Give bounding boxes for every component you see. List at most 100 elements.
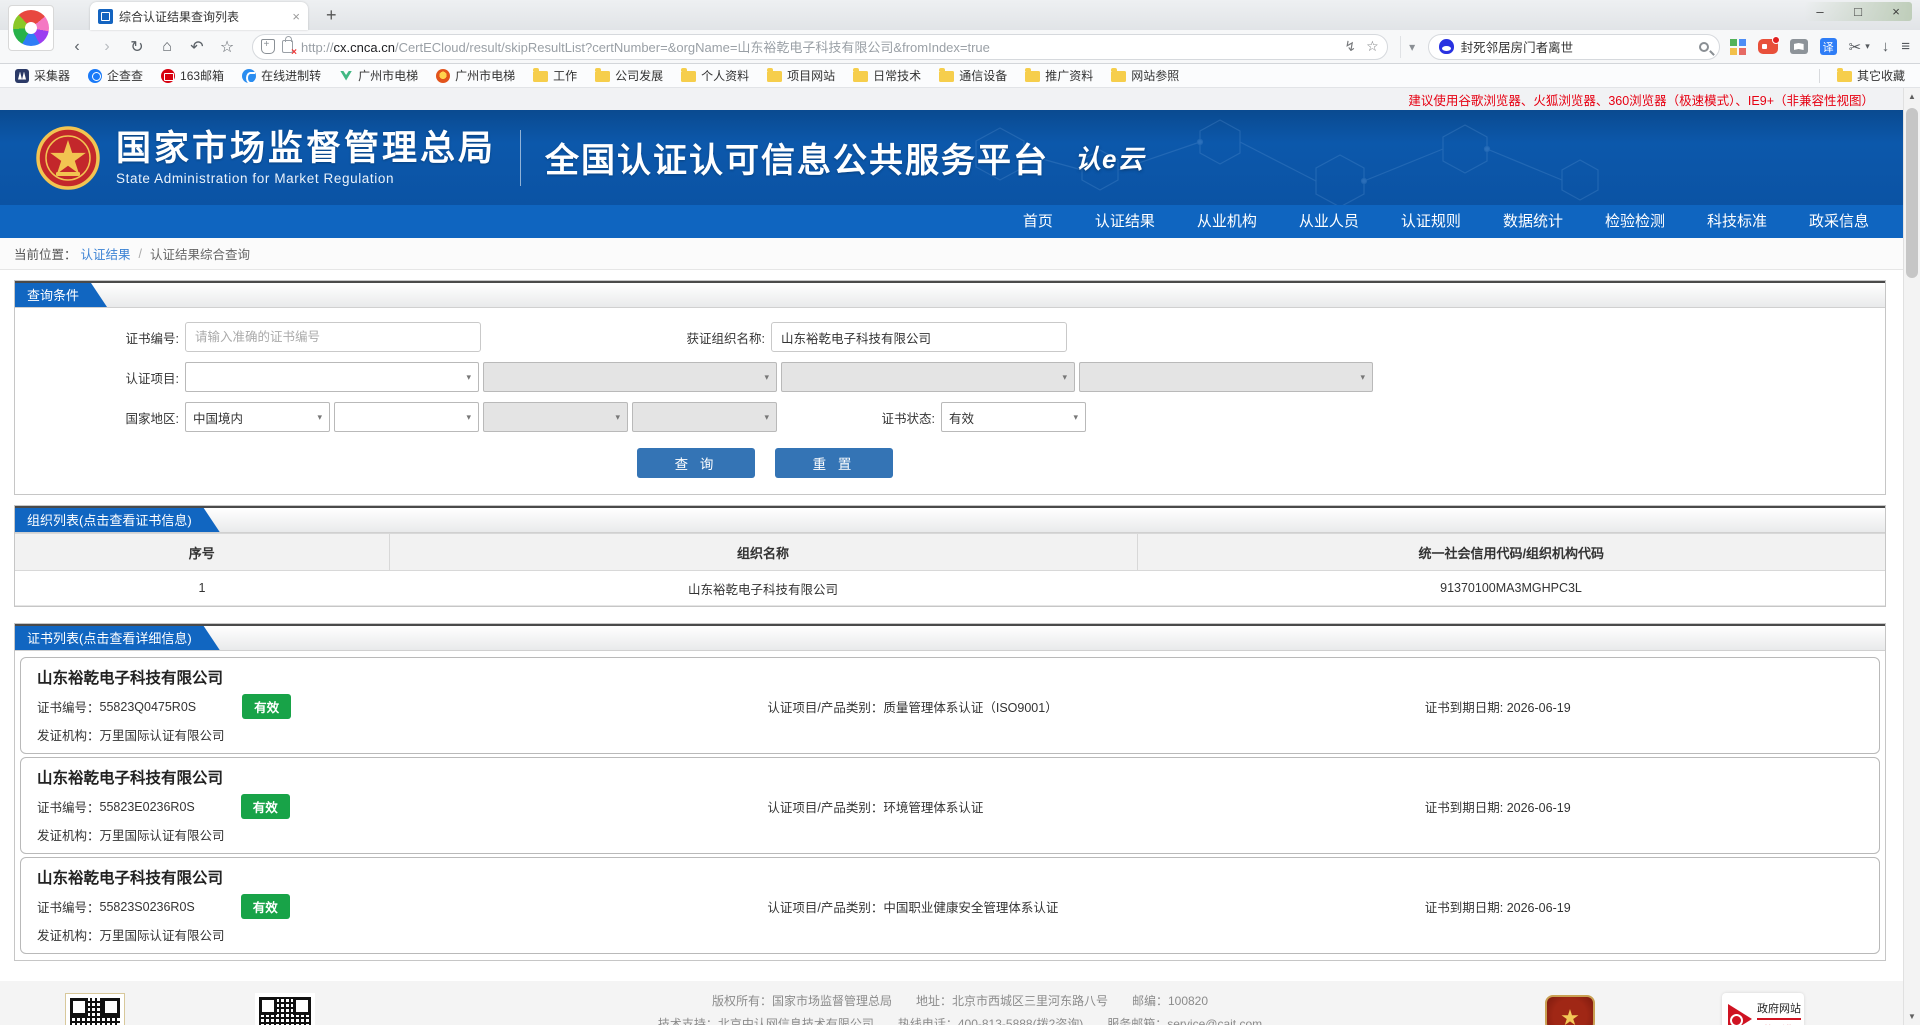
region-select-2[interactable]: ▾ [334, 402, 479, 432]
reader-lightning-icon[interactable]: ↯ [1344, 38, 1356, 55]
apps-grid-icon[interactable] [1730, 39, 1746, 55]
region-select-3[interactable]: ▾ [483, 402, 628, 432]
tab-close-icon[interactable]: × [292, 9, 300, 24]
screenshot-scissors-icon[interactable]: ✂ [1849, 38, 1862, 56]
breadcrumb-current: 认证结果综合查询 [150, 244, 250, 263]
bookmark-folder-promo[interactable]: 推广资料 [1018, 65, 1100, 86]
bookmark-folder-personal[interactable]: 个人资料 [674, 65, 756, 86]
cert-card[interactable]: 山东裕乾电子科技有限公司 证书编号：55823E0236R0S 有效 认证项目/… [20, 757, 1880, 854]
browser-tab[interactable]: 综合认证结果查询列表 × [90, 2, 308, 30]
nav-institutions[interactable]: 从业机构 [1176, 205, 1278, 238]
renyiyun-logo: 认e云 [1075, 139, 1144, 176]
issuer-label: 发证机构： [37, 729, 100, 743]
translate-icon[interactable]: 译 [1820, 38, 1837, 55]
baidu-icon [1439, 39, 1454, 54]
bookmark-folder-tech[interactable]: 日常技术 [846, 65, 928, 86]
search-box[interactable]: 封死邻居房门者离世 [1428, 34, 1720, 60]
nav-cert-results[interactable]: 认证结果 [1074, 205, 1176, 238]
folder-icon [1111, 71, 1126, 82]
close-window-button[interactable]: × [1888, 4, 1904, 19]
home-button[interactable]: ⌂ [154, 34, 180, 60]
site-footer: 版权所有：国家市场监督管理总局 地址：北京市西城区三里河东路八号 邮编：1008… [0, 981, 1920, 1025]
favorites-button[interactable]: ☆ [214, 34, 240, 60]
browser-logo[interactable] [8, 5, 54, 51]
scroll-down-icon[interactable]: ▼ [1904, 1008, 1920, 1025]
bookmark-converter[interactable]: 在线进制转 [235, 65, 328, 86]
bookmark-elevator-2[interactable]: 广州市电梯 [429, 65, 522, 86]
cert-no-label: 证书编号： [37, 697, 100, 716]
project-select-1[interactable]: ▾ [185, 362, 479, 392]
bookmark-elevator-1[interactable]: 广州市电梯 [332, 65, 425, 86]
query-section: 查询条件 证书编号: 获证组织名称: 认证项目: ▾ ▾ ▾ ▾ [14, 280, 1886, 495]
chevron-down-icon: ▾ [466, 372, 471, 383]
scrollbar-thumb[interactable] [1906, 108, 1918, 278]
status-select[interactable]: 有效▾ [941, 402, 1086, 432]
scroll-up-icon[interactable]: ▲ [1904, 88, 1920, 105]
expiry-label: 证书到期日期: [1425, 801, 1507, 815]
nav-rules[interactable]: 认证规则 [1380, 205, 1482, 238]
address-bar[interactable]: http://cx.cnca.cn/CertECloud/result/skip… [252, 34, 1388, 60]
cert-no-input[interactable] [185, 322, 481, 352]
search-icon[interactable] [1699, 42, 1709, 52]
org-name-label: 获证组织名称: [481, 328, 771, 347]
cert-card[interactable]: 山东裕乾电子科技有限公司 证书编号：55823S0236R0S 有效 认证项目/… [20, 857, 1880, 954]
refresh-button[interactable]: ↻ [124, 34, 150, 60]
cert-card[interactable]: 山东裕乾电子科技有限公司 证书编号：55823Q0475R0S 有效 认证项目/… [20, 657, 1880, 754]
downloads-icon[interactable]: ↓ [1882, 38, 1890, 55]
insecure-page-icon[interactable] [282, 40, 293, 53]
url-text[interactable]: http://cx.cnca.cn/CertECloud/result/skip… [301, 37, 1344, 56]
nav-procurement[interactable]: 政采信息 [1788, 205, 1890, 238]
region-select-1[interactable]: 中国境内▾ [185, 402, 330, 432]
bookmark-163mail[interactable]: 163邮箱 [154, 65, 231, 86]
scissors-dropdown-icon[interactable]: ▾ [1865, 41, 1870, 52]
browser-suggestion-text: 建议使用谷歌浏览器、火狐浏览器、360浏览器（极速模式）、IE9+（非兼容性视图… [1408, 90, 1874, 109]
search-button[interactable]: 查 询 [637, 448, 755, 478]
search-suggestion[interactable]: 封死邻居房门者离世 [1461, 37, 1692, 56]
project-select-3[interactable]: ▾ [781, 362, 1075, 392]
issuer-label: 发证机构： [37, 829, 100, 843]
games-icon[interactable] [1758, 39, 1778, 54]
issuer-label: 发证机构： [37, 929, 100, 943]
minimize-button[interactable]: – [1812, 4, 1828, 19]
breadcrumb-link[interactable]: 认证结果 [81, 244, 131, 263]
bookmark-folder-work[interactable]: 工作 [526, 65, 584, 86]
back-button[interactable]: ‹ [64, 34, 90, 60]
org-name-input[interactable] [771, 322, 1067, 352]
nav-personnel[interactable]: 从业人员 [1278, 205, 1380, 238]
project-select-4[interactable]: ▾ [1079, 362, 1373, 392]
forward-button[interactable]: › [94, 34, 120, 60]
reset-button[interactable]: 重 置 [775, 448, 893, 478]
other-bookmarks[interactable]: 其它收藏 [1830, 65, 1912, 86]
menu-icon[interactable]: ≡ [1901, 38, 1910, 55]
tab-favicon-icon [98, 9, 113, 24]
nav-standards[interactable]: 科技标准 [1686, 205, 1788, 238]
nav-home[interactable]: 首页 [1002, 205, 1074, 238]
bookmark-folder-company[interactable]: 公司发展 [588, 65, 670, 86]
reading-list-icon[interactable] [1790, 39, 1808, 54]
folder-icon [767, 71, 782, 82]
nav-inspection[interactable]: 检验检测 [1584, 205, 1686, 238]
undo-close-button[interactable]: ↶ [184, 34, 210, 60]
bookmark-qichacha[interactable]: 企查查 [81, 65, 150, 86]
breadcrumb: 当前位置： 认证结果 / 认证结果综合查询 [0, 238, 1920, 270]
region-select-4[interactable]: ▾ [632, 402, 777, 432]
bookmark-folder-telecom[interactable]: 通信设备 [932, 65, 1014, 86]
issuer-value: 万里国际认证有限公司 [100, 729, 225, 743]
gov-agency-badge[interactable]: ★ 党政机关 [1545, 995, 1595, 1025]
project-select-2[interactable]: ▾ [483, 362, 777, 392]
bookmark-star-icon[interactable]: ☆ [1366, 38, 1379, 55]
bookmark-folder-reference[interactable]: 网站参照 [1104, 65, 1186, 86]
bookmark-folder-projects[interactable]: 项目网站 [760, 65, 842, 86]
maximize-button[interactable]: □ [1850, 4, 1866, 19]
col-header-org-name: 组织名称 [389, 534, 1137, 571]
gov-site-find-error-badge[interactable]: 政府网站 找 错 [1722, 993, 1804, 1025]
urlbar-dropdown-icon[interactable]: ▾ [1400, 36, 1424, 58]
chevron-down-icon: ▾ [466, 412, 471, 423]
table-row[interactable]: 1 山东裕乾电子科技有限公司 91370100MA3MGHPC3L [15, 571, 1885, 606]
nav-statistics[interactable]: 数据统计 [1482, 205, 1584, 238]
new-tab-button[interactable]: + [320, 5, 343, 30]
adblock-shield-icon[interactable] [261, 39, 275, 54]
bookmark-caijiqi[interactable]: 采集器 [8, 65, 77, 86]
issuer-value: 万里国际认证有限公司 [100, 929, 225, 943]
page-scrollbar[interactable]: ▲ ▼ [1903, 88, 1920, 1025]
